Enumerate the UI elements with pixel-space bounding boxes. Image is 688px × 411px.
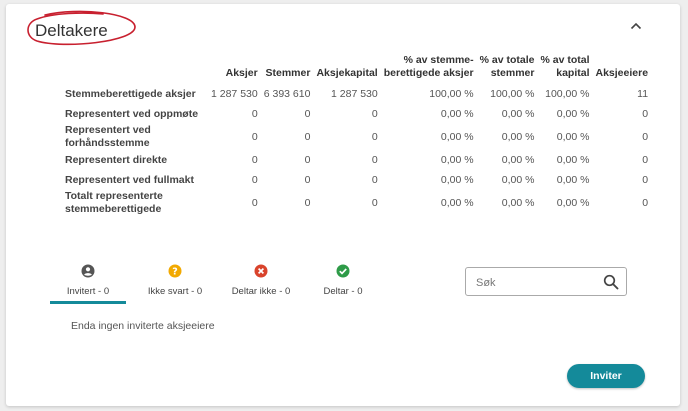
- table-cell: 0: [304, 154, 311, 166]
- table-cell: 0,00 %: [440, 197, 474, 209]
- row-label: Totalt representerte stemmeberettigede: [65, 190, 163, 215]
- table-cell: 0,00 %: [440, 154, 474, 166]
- table-cell: 0: [304, 131, 311, 143]
- person-icon: [81, 264, 95, 278]
- tab-invited[interactable]: Invitert - 0: [50, 260, 126, 304]
- table-row: Representert ved forhåndsstemme 0 0 0 0,…: [62, 124, 651, 150]
- table-cell: 1 287 530: [211, 88, 258, 100]
- table-cell: 1 287 530: [331, 88, 378, 100]
- tab-not-attending[interactable]: Deltar ikke - 0: [220, 260, 302, 300]
- table-cell: 0: [251, 154, 258, 166]
- table-cell: 0,00 %: [556, 174, 590, 186]
- table-cell: 0: [251, 131, 258, 143]
- table-header: Stemmer: [265, 67, 311, 79]
- table-header: Aksjekapital: [316, 67, 378, 79]
- table-cell: 0,00 %: [501, 154, 535, 166]
- row-label: Representert ved forhåndsstemme: [65, 124, 151, 149]
- table-cell: 0: [642, 154, 649, 166]
- table-row: Representert ved fullmakt 0 0 0 0,00 % 0…: [62, 170, 651, 190]
- table-row: Representert ved oppmøte 0 0 0 0,00 % 0,…: [62, 104, 651, 124]
- chevron-up-icon: [630, 22, 642, 30]
- table-cell: 0: [251, 174, 258, 186]
- question-icon: ?: [168, 264, 182, 278]
- table-header: % av stemme- berettigede aksjer: [383, 54, 474, 79]
- table-cell: 0,00 %: [440, 131, 474, 143]
- table-cell: 0,00 %: [556, 108, 590, 120]
- table-cell: 0: [371, 108, 378, 120]
- table-cell: 0,00 %: [501, 174, 535, 186]
- table-cell: 0: [371, 154, 378, 166]
- table-cell: 0: [304, 197, 311, 209]
- cancel-icon: [254, 264, 268, 278]
- svg-text:?: ?: [172, 266, 178, 277]
- table-cell: 0,00 %: [501, 197, 535, 209]
- table-row: Stemmeberettigede aksjer 1 287 530 6 393…: [62, 84, 651, 104]
- row-label: Representert direkte: [65, 153, 168, 166]
- search-icon[interactable]: [603, 274, 619, 290]
- row-label: Representert ved fullmakt: [65, 173, 194, 186]
- table-cell: 6 393 610: [263, 88, 311, 100]
- participants-panel: Deltakere Aksjer Stemmer Aksjekapital % …: [6, 4, 680, 406]
- table-cell: 0: [251, 108, 258, 120]
- table-cell: 100,00 %: [429, 88, 474, 100]
- participation-stats-table: Aksjer Stemmer Aksjekapital % av stemme-…: [62, 54, 651, 216]
- table-header: [62, 54, 208, 84]
- check-circle-icon: [336, 264, 350, 278]
- tab-label: Deltar ikke - 0: [231, 286, 291, 297]
- status-tabs: Invitert - 0 ? Ikke svart - 0 Deltar ikk…: [50, 260, 380, 304]
- row-label: Stemmeberettigede aksjer: [65, 87, 196, 100]
- table-cell: 0: [304, 108, 311, 120]
- table-cell: 0,00 %: [556, 131, 590, 143]
- table-cell: 0: [642, 197, 649, 209]
- invite-button[interactable]: Inviter: [567, 364, 645, 388]
- table-cell: 0: [642, 131, 649, 143]
- tab-label: Invitert - 0: [66, 286, 110, 297]
- table-cell: 0,00 %: [556, 197, 590, 209]
- tab-label: Ikke svart - 0: [147, 286, 203, 297]
- panel-title: Deltakere: [35, 21, 108, 40]
- table-header: Aksjer: [225, 67, 258, 79]
- collapse-button[interactable]: [626, 16, 646, 36]
- table-cell: 0,00 %: [440, 108, 474, 120]
- table-cell: 100,00 %: [545, 88, 590, 100]
- table-header: % av totale stemmer: [479, 54, 535, 79]
- table-cell: 0: [642, 174, 649, 186]
- table-cell: 0: [251, 197, 258, 209]
- table-header: % av total kapital: [540, 54, 590, 79]
- table-header: Aksjeeiere: [595, 67, 649, 79]
- table-cell: 0,00 %: [440, 174, 474, 186]
- table-cell: 0: [371, 174, 378, 186]
- table-cell: 100,00 %: [490, 88, 535, 100]
- table-row: Representert direkte 0 0 0 0,00 % 0,00 %…: [62, 150, 651, 170]
- table-cell: 0,00 %: [501, 108, 535, 120]
- table-cell: 0: [371, 197, 378, 209]
- table-cell: 0: [371, 131, 378, 143]
- row-label: Representert ved oppmøte: [65, 107, 199, 120]
- table-header-row: Aksjer Stemmer Aksjekapital % av stemme-…: [62, 54, 651, 84]
- table-cell: 0,00 %: [556, 154, 590, 166]
- search-input[interactable]: [474, 273, 596, 292]
- tab-label: Deltar - 0: [323, 286, 363, 297]
- table-cell: 0: [642, 108, 649, 120]
- panel-header: Deltakere: [23, 9, 143, 49]
- tab-not-answered[interactable]: ? Ikke svart - 0: [135, 260, 215, 300]
- table-row: Totalt representerte stemmeberettigede 0…: [62, 190, 651, 216]
- table-cell: 0: [304, 174, 311, 186]
- tab-attending[interactable]: Deltar - 0: [308, 260, 378, 300]
- table-cell: 11: [637, 88, 649, 100]
- empty-state-message: Enda ingen inviterte aksjeeiere: [71, 320, 215, 332]
- search-box: [465, 267, 627, 296]
- table-cell: 0,00 %: [501, 131, 535, 143]
